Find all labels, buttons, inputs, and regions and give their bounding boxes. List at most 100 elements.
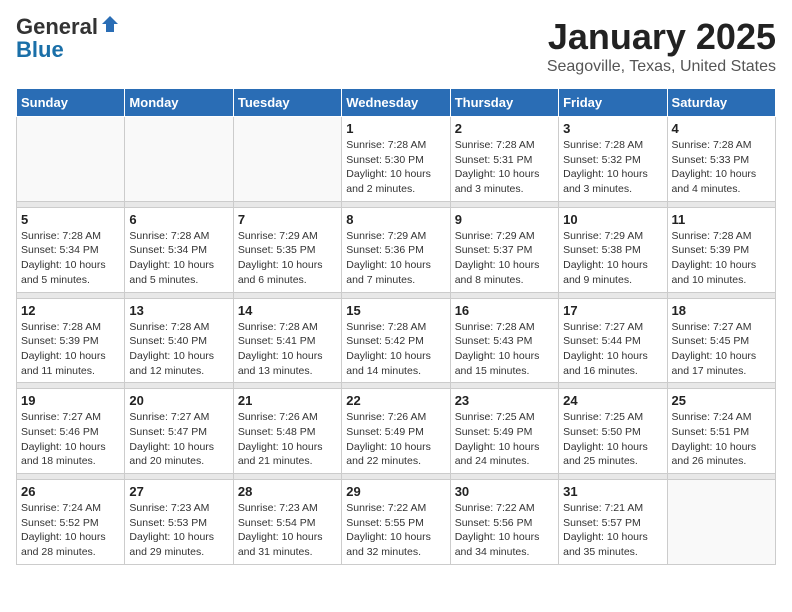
day-number: 25 xyxy=(672,393,771,408)
day-number: 22 xyxy=(346,393,445,408)
day-number: 7 xyxy=(238,212,337,227)
day-info: Sunrise: 7:28 AM Sunset: 5:33 PM Dayligh… xyxy=(672,138,771,197)
day-info: Sunrise: 7:28 AM Sunset: 5:30 PM Dayligh… xyxy=(346,138,445,197)
logo-icon xyxy=(100,14,120,34)
day-number: 23 xyxy=(455,393,554,408)
day-cell: 26Sunrise: 7:24 AM Sunset: 5:52 PM Dayli… xyxy=(17,480,125,565)
day-cell: 29 Sunrise: 7:22 AM Sunset: 5:55 PM Dayli… xyxy=(342,480,450,565)
day-info: Sunrise: 7:22 AM Sunset: 5:56 PM Dayligh… xyxy=(455,501,554,560)
day-info: Sunrise: 7:28 AM Sunset: 5:31 PM Dayligh… xyxy=(455,138,554,197)
day-cell: 14 Sunrise: 7:28 AM Sunset: 5:41 PM Dayli… xyxy=(233,298,341,383)
day-info: Sunrise: 7:25 AM Sunset: 5:49 PM Dayligh… xyxy=(455,410,554,469)
day-cell: 18Sunrise: 7:27 AM Sunset: 5:45 PM Dayli… xyxy=(667,298,775,383)
day-cell: 15 Sunrise: 7:28 AM Sunset: 5:42 PM Dayli… xyxy=(342,298,450,383)
day-info: Sunrise: 7:28 AM Sunset: 5:43 PM Dayligh… xyxy=(455,320,554,379)
day-cell xyxy=(667,480,775,565)
day-number: 16 xyxy=(455,303,554,318)
calendar-title: January 2025 xyxy=(547,16,776,58)
day-number: 27 xyxy=(129,484,228,499)
day-info: Sunrise: 7:28 AM Sunset: 5:34 PM Dayligh… xyxy=(21,229,120,288)
day-number: 13 xyxy=(129,303,228,318)
day-info: Sunrise: 7:28 AM Sunset: 5:41 PM Dayligh… xyxy=(238,320,337,379)
day-info: Sunrise: 7:25 AM Sunset: 5:50 PM Dayligh… xyxy=(563,410,662,469)
day-cell: 22 Sunrise: 7:26 AM Sunset: 5:49 PM Dayli… xyxy=(342,389,450,474)
day-number: 6 xyxy=(129,212,228,227)
day-number: 30 xyxy=(455,484,554,499)
day-number: 21 xyxy=(238,393,337,408)
week-row-5: 26Sunrise: 7:24 AM Sunset: 5:52 PM Dayli… xyxy=(17,480,776,565)
day-cell: 19 Sunrise: 7:27 AM Sunset: 5:46 PM Dayli… xyxy=(17,389,125,474)
day-info: Sunrise: 7:29 AM Sunset: 5:37 PM Dayligh… xyxy=(455,229,554,288)
day-number: 11 xyxy=(672,212,771,227)
day-cell: 4 Sunrise: 7:28 AM Sunset: 5:33 PM Daylig… xyxy=(667,117,775,202)
title-block: January 2025 Seagoville, Texas, United S… xyxy=(547,16,776,76)
day-info: Sunrise: 7:21 AM Sunset: 5:57 PM Dayligh… xyxy=(563,501,662,560)
day-info: Sunrise: 7:28 AM Sunset: 5:32 PM Dayligh… xyxy=(563,138,662,197)
day-number: 18 xyxy=(672,303,771,318)
day-info: Sunrise: 7:22 AM Sunset: 5:55 PM Dayligh… xyxy=(346,501,445,560)
day-info: Sunrise: 7:26 AM Sunset: 5:49 PM Dayligh… xyxy=(346,410,445,469)
day-number: 19 xyxy=(21,393,120,408)
day-cell: 28 Sunrise: 7:23 AM Sunset: 5:54 PM Dayli… xyxy=(233,480,341,565)
day-cell: 7 Sunrise: 7:29 AM Sunset: 5:35 PM Daylig… xyxy=(233,207,341,292)
week-row-3: 12Sunrise: 7:28 AM Sunset: 5:39 PM Dayli… xyxy=(17,298,776,383)
day-cell: 30 Sunrise: 7:22 AM Sunset: 5:56 PM Dayli… xyxy=(450,480,558,565)
day-number: 15 xyxy=(346,303,445,318)
day-cell: 21 Sunrise: 7:26 AM Sunset: 5:48 PM Dayli… xyxy=(233,389,341,474)
day-info: Sunrise: 7:28 AM Sunset: 5:39 PM Dayligh… xyxy=(21,320,120,379)
day-cell: 16 Sunrise: 7:28 AM Sunset: 5:43 PM Dayli… xyxy=(450,298,558,383)
day-cell: 2 Sunrise: 7:28 AM Sunset: 5:31 PM Daylig… xyxy=(450,117,558,202)
day-info: Sunrise: 7:28 AM Sunset: 5:40 PM Dayligh… xyxy=(129,320,228,379)
day-cell xyxy=(125,117,233,202)
day-cell: 23 Sunrise: 7:25 AM Sunset: 5:49 PM Dayli… xyxy=(450,389,558,474)
day-number: 3 xyxy=(563,121,662,136)
day-cell: 17 Sunrise: 7:27 AM Sunset: 5:44 PM Dayli… xyxy=(559,298,667,383)
day-info: Sunrise: 7:26 AM Sunset: 5:48 PM Dayligh… xyxy=(238,410,337,469)
week-row-1: 1Sunrise: 7:28 AM Sunset: 5:30 PM Daylig… xyxy=(17,117,776,202)
day-number: 10 xyxy=(563,212,662,227)
day-cell: 13 Sunrise: 7:28 AM Sunset: 5:40 PM Dayli… xyxy=(125,298,233,383)
day-info: Sunrise: 7:23 AM Sunset: 5:54 PM Dayligh… xyxy=(238,501,337,560)
day-info: Sunrise: 7:27 AM Sunset: 5:47 PM Dayligh… xyxy=(129,410,228,469)
col-header-saturday: Saturday xyxy=(667,89,775,117)
day-number: 29 xyxy=(346,484,445,499)
day-info: Sunrise: 7:28 AM Sunset: 5:34 PM Dayligh… xyxy=(129,229,228,288)
day-number: 14 xyxy=(238,303,337,318)
day-cell: 6 Sunrise: 7:28 AM Sunset: 5:34 PM Daylig… xyxy=(125,207,233,292)
day-cell xyxy=(233,117,341,202)
day-info: Sunrise: 7:29 AM Sunset: 5:38 PM Dayligh… xyxy=(563,229,662,288)
day-number: 17 xyxy=(563,303,662,318)
day-number: 20 xyxy=(129,393,228,408)
day-info: Sunrise: 7:28 AM Sunset: 5:42 PM Dayligh… xyxy=(346,320,445,379)
day-info: Sunrise: 7:23 AM Sunset: 5:53 PM Dayligh… xyxy=(129,501,228,560)
day-cell: 25Sunrise: 7:24 AM Sunset: 5:51 PM Dayli… xyxy=(667,389,775,474)
day-number: 31 xyxy=(563,484,662,499)
day-info: Sunrise: 7:29 AM Sunset: 5:35 PM Dayligh… xyxy=(238,229,337,288)
col-header-wednesday: Wednesday xyxy=(342,89,450,117)
day-number: 28 xyxy=(238,484,337,499)
day-cell: 27 Sunrise: 7:23 AM Sunset: 5:53 PM Dayli… xyxy=(125,480,233,565)
col-header-friday: Friday xyxy=(559,89,667,117)
day-info: Sunrise: 7:27 AM Sunset: 5:46 PM Dayligh… xyxy=(21,410,120,469)
day-number: 2 xyxy=(455,121,554,136)
col-header-monday: Monday xyxy=(125,89,233,117)
day-number: 9 xyxy=(455,212,554,227)
week-row-2: 5Sunrise: 7:28 AM Sunset: 5:34 PM Daylig… xyxy=(17,207,776,292)
week-row-4: 19 Sunrise: 7:27 AM Sunset: 5:46 PM Dayli… xyxy=(17,389,776,474)
day-info: Sunrise: 7:29 AM Sunset: 5:36 PM Dayligh… xyxy=(346,229,445,288)
logo-general: General xyxy=(16,14,98,39)
day-number: 24 xyxy=(563,393,662,408)
day-cell: 5Sunrise: 7:28 AM Sunset: 5:34 PM Daylig… xyxy=(17,207,125,292)
day-cell: 20 Sunrise: 7:27 AM Sunset: 5:47 PM Dayli… xyxy=(125,389,233,474)
day-number: 8 xyxy=(346,212,445,227)
day-cell: 31 Sunrise: 7:21 AM Sunset: 5:57 PM Dayli… xyxy=(559,480,667,565)
day-info: Sunrise: 7:27 AM Sunset: 5:44 PM Dayligh… xyxy=(563,320,662,379)
day-number: 4 xyxy=(672,121,771,136)
day-cell: 9 Sunrise: 7:29 AM Sunset: 5:37 PM Daylig… xyxy=(450,207,558,292)
day-info: Sunrise: 7:28 AM Sunset: 5:39 PM Dayligh… xyxy=(672,229,771,288)
day-cell: 8 Sunrise: 7:29 AM Sunset: 5:36 PM Daylig… xyxy=(342,207,450,292)
calendar-subtitle: Seagoville, Texas, United States xyxy=(547,58,776,76)
day-cell: 11 Sunrise: 7:28 AM Sunset: 5:39 PM Dayli… xyxy=(667,207,775,292)
day-info: Sunrise: 7:24 AM Sunset: 5:52 PM Dayligh… xyxy=(21,501,120,560)
calendar-table: SundayMondayTuesdayWednesdayThursdayFrid… xyxy=(16,88,776,565)
